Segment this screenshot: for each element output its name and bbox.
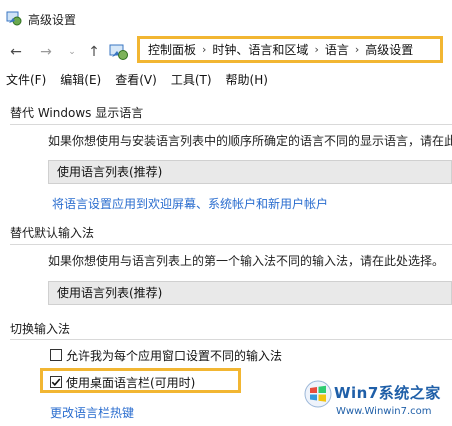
watermark-url: Www.Winwin7.com <box>336 406 432 417</box>
forward-arrow-icon[interactable]: → <box>38 44 54 60</box>
per-app-input-checkbox[interactable] <box>50 349 62 361</box>
breadcrumb-control-panel[interactable]: 控制面板 <box>148 41 196 58</box>
recent-dropdown-icon[interactable]: ⌄ <box>64 44 80 60</box>
section-title-switch-input: 切换输入法 <box>10 322 71 336</box>
default-input-description: 如果你想使用与语言列表上的第一个输入法不同的输入法，请在此处选择。 <box>48 254 445 268</box>
breadcrumb-separator[interactable]: › <box>314 43 318 56</box>
desktop-language-bar-label[interactable]: 使用桌面语言栏(可用时) <box>66 374 195 391</box>
section-divider <box>10 244 452 245</box>
back-arrow-icon[interactable]: ← <box>8 44 24 60</box>
menu-file[interactable]: 文件(F) <box>6 71 46 91</box>
watermark-brand: Win7系统之家 <box>334 384 441 402</box>
checkbox-checked-icon[interactable] <box>50 376 62 388</box>
control-panel-icon <box>109 44 128 60</box>
up-arrow-icon[interactable]: ↑ <box>86 44 102 60</box>
display-language-description: 如果你想使用与安装语言列表中的顺序所确定的语言不同的显示语言，请在此 <box>48 134 452 148</box>
section-title-display-language: 替代 Windows 显示语言 <box>10 106 144 120</box>
section-title-default-input: 替代默认输入法 <box>10 226 95 240</box>
breadcrumb-separator[interactable]: › <box>202 43 206 56</box>
section-divider <box>10 339 452 340</box>
menu-help[interactable]: 帮助(H) <box>226 71 268 91</box>
section-divider <box>10 124 452 125</box>
watermark: Win7系统之家 Www.Winwin7.com <box>300 378 452 426</box>
breadcrumb-advanced-settings[interactable]: 高级设置 <box>365 41 413 58</box>
control-panel-icon <box>6 11 22 26</box>
windows-logo-icon <box>304 380 332 408</box>
menu-tools[interactable]: 工具(T) <box>171 71 212 91</box>
display-language-select[interactable]: 使用语言列表(推荐) <box>48 160 452 184</box>
address-bar[interactable]: 控制面板 › 时钟、语言和区域 › 语言 › 高级设置 <box>137 36 443 63</box>
breadcrumb-language[interactable]: 语言 <box>325 41 349 58</box>
change-language-bar-hotkeys-link[interactable]: 更改语言栏热键 <box>50 404 134 421</box>
menu-bar: 文件(F) 编辑(E) 查看(V) 工具(T) 帮助(H) <box>0 71 272 91</box>
per-app-input-label[interactable]: 允许我为每个应用窗口设置不同的输入法 <box>66 347 282 364</box>
default-input-select[interactable]: 使用语言列表(推荐) <box>48 281 452 305</box>
title-bar: 高级设置 <box>0 0 452 36</box>
breadcrumb-clock-language-region[interactable]: 时钟、语言和区域 <box>212 41 308 58</box>
window-title: 高级设置 <box>28 13 77 27</box>
breadcrumb-separator[interactable]: › <box>355 43 359 56</box>
menu-edit[interactable]: 编辑(E) <box>60 71 101 91</box>
menu-view[interactable]: 查看(V) <box>115 71 157 91</box>
apply-welcome-screen-link[interactable]: 将语言设置应用到欢迎屏幕、系统帐户和新用户帐户 <box>52 195 328 212</box>
